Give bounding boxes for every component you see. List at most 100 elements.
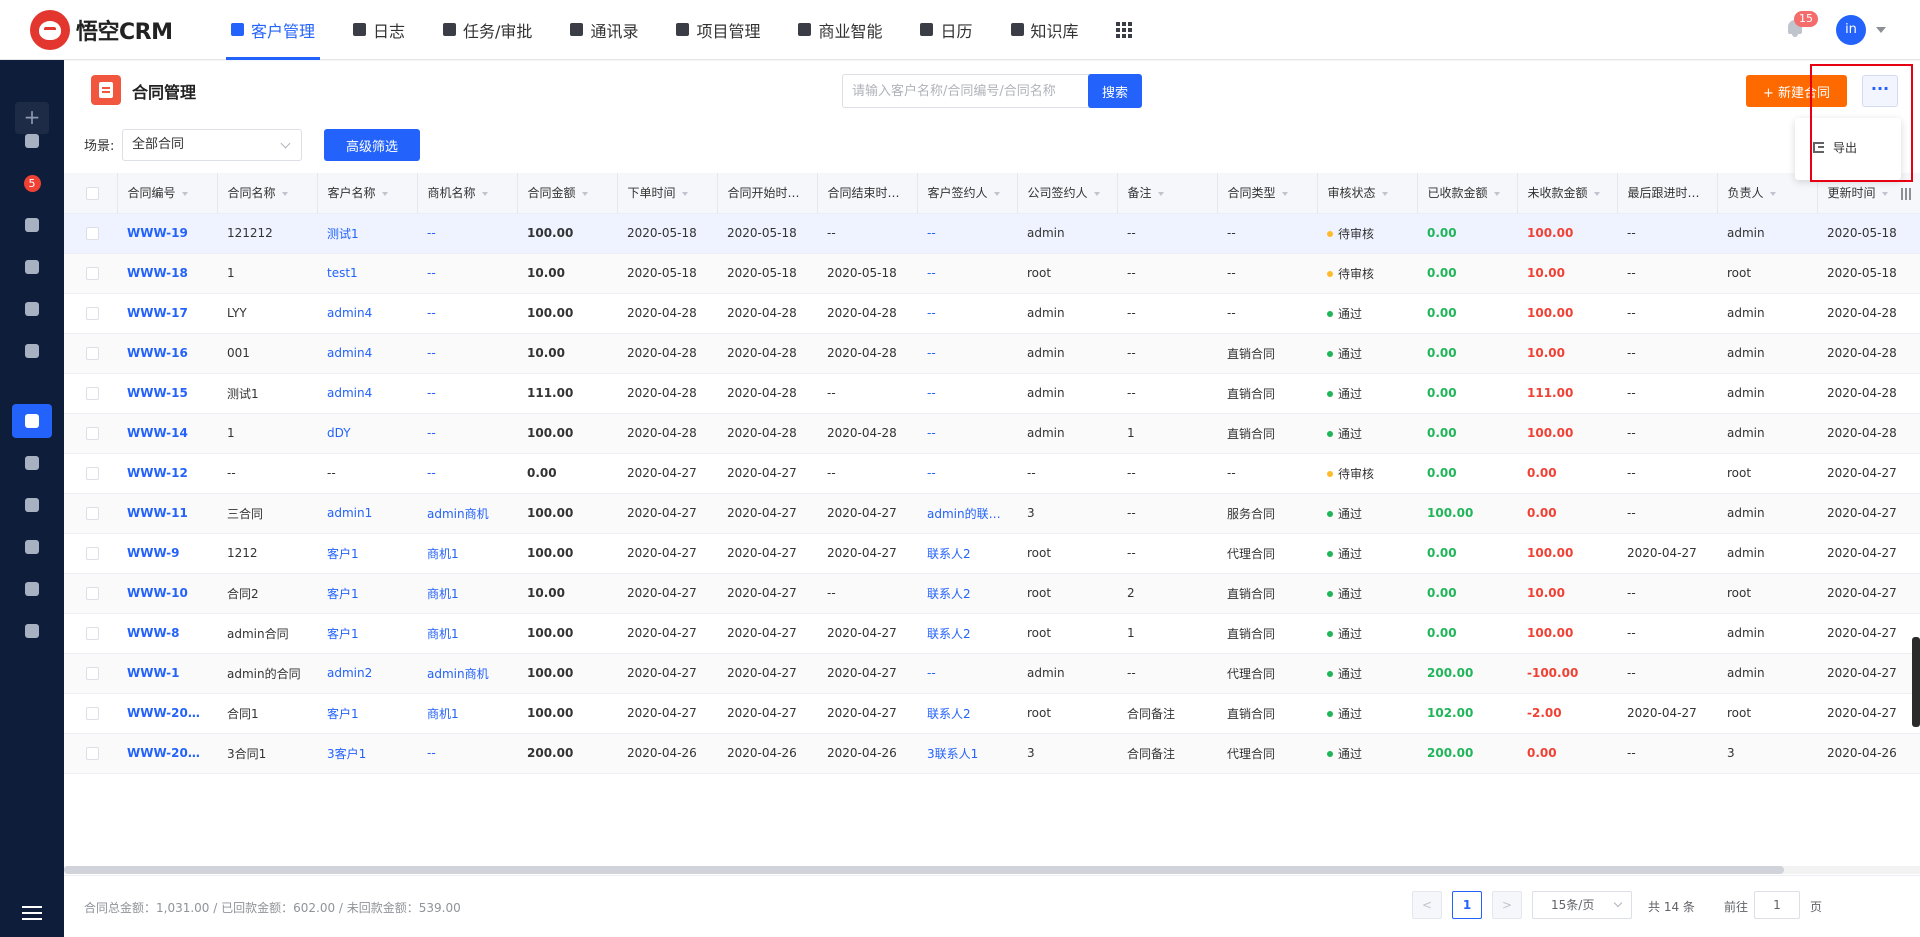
column-header[interactable]: 审核状态: [1317, 173, 1418, 214]
table-cell[interactable]: WWW-15: [117, 373, 217, 414]
sidebar-item-send[interactable]: [12, 614, 52, 648]
column-header[interactable]: 商机名称: [417, 173, 518, 214]
column-header[interactable]: 未收款金额: [1517, 173, 1618, 214]
table-row[interactable]: WWW-15 测试1 admin4 -- 111.00 2020-04-28 2020-04…: [64, 373, 1920, 414]
table-cell[interactable]: WWW-14: [117, 413, 217, 454]
row-checkbox[interactable]: [64, 613, 117, 654]
table-cell[interactable]: 联系人2: [917, 693, 1017, 734]
table-cell[interactable]: 3联系人1: [917, 733, 1017, 774]
sidebar-item-seas[interactable]: [12, 530, 52, 564]
table-cell[interactable]: 联系人2: [917, 613, 1017, 654]
row-checkbox[interactable]: [64, 493, 117, 534]
sidebar-item-dashboard[interactable]: [12, 124, 52, 158]
scrollbar-thumb[interactable]: [64, 866, 1784, 874]
table-cell[interactable]: 商机1: [417, 613, 517, 654]
search-button[interactable]: 搜索: [1088, 74, 1142, 108]
horizontal-scrollbar[interactable]: [64, 866, 1920, 874]
row-checkbox[interactable]: [64, 413, 117, 454]
table-cell[interactable]: WWW-12: [117, 453, 217, 494]
table-cell[interactable]: 联系人2: [917, 573, 1017, 614]
apps-grid-icon[interactable]: [1098, 0, 1150, 60]
side-drag-handle[interactable]: [1912, 637, 1920, 727]
column-header[interactable]: 合同名称: [217, 173, 318, 214]
table-cell[interactable]: WWW-1: [117, 653, 217, 694]
search-input[interactable]: [842, 74, 1092, 108]
table-cell[interactable]: --: [917, 653, 1017, 694]
table-cell[interactable]: 客户1: [317, 533, 417, 574]
row-checkbox[interactable]: [64, 653, 117, 694]
scene-select[interactable]: 全部合同: [122, 129, 302, 161]
table-cell[interactable]: 商机1: [417, 693, 517, 734]
table-row[interactable]: WWW-17 LYY admin4 -- 100.00 2020-04-28 2020-04…: [64, 293, 1920, 334]
column-header[interactable]: 备注: [1117, 173, 1218, 214]
table-cell[interactable]: admin1: [317, 493, 417, 534]
nav-tab-3[interactable]: 通讯录: [551, 0, 657, 60]
table-cell[interactable]: --: [417, 453, 517, 494]
page-size-select[interactable]: 15条/页: [1532, 891, 1632, 919]
table-cell[interactable]: --: [417, 333, 517, 374]
column-header[interactable]: 合同金额: [517, 173, 618, 214]
sidebar-item-payment[interactable]: [12, 446, 52, 480]
table-cell[interactable]: 联系人2: [917, 533, 1017, 574]
table-cell[interactable]: dDY: [317, 413, 417, 454]
sidebar-item-clue[interactable]: [12, 208, 52, 242]
user-avatar[interactable]: in: [1836, 15, 1866, 45]
row-checkbox[interactable]: [64, 333, 117, 374]
table-cell[interactable]: test1: [317, 253, 417, 294]
table-cell[interactable]: 客户1: [317, 573, 417, 614]
row-checkbox[interactable]: [64, 213, 117, 254]
table-cell[interactable]: --: [917, 253, 1017, 294]
next-page-button[interactable]: >: [1492, 891, 1522, 919]
nav-tab-2[interactable]: 任务/审批: [424, 0, 551, 60]
table-cell[interactable]: --: [417, 213, 517, 254]
table-row[interactable]: WWW-8 admin合同 客户1 商机1 100.00 2020-04-27 2020-0…: [64, 613, 1920, 654]
advanced-filter-button[interactable]: 高级筛选: [324, 129, 420, 161]
table-cell[interactable]: WWW-19: [117, 213, 217, 254]
table-row[interactable]: WWW-18 1 test1 -- 10.00 2020-05-18 2020-05-18 2…: [64, 253, 1920, 294]
table-cell[interactable]: WWW-20200427: [117, 693, 217, 734]
nav-tab-6[interactable]: 日历: [901, 0, 991, 60]
table-cell[interactable]: WWW-9: [117, 533, 217, 574]
column-header[interactable]: 客户签约人: [917, 173, 1018, 214]
sidebar-item-todo[interactable]: 5: [12, 166, 52, 200]
table-cell[interactable]: 客户1: [317, 693, 417, 734]
table-cell[interactable]: --: [417, 373, 517, 414]
table-row[interactable]: WWW-20200427合同1客户1商机1100.002020-04-27202…: [64, 693, 1920, 734]
row-checkbox[interactable]: [64, 573, 117, 614]
table-row[interactable]: WWW-10 合同2 客户1 商机1 10.00 2020-04-27 2020-04-27…: [64, 573, 1920, 614]
nav-tab-5[interactable]: 商业智能: [779, 0, 901, 60]
row-checkbox[interactable]: [64, 533, 117, 574]
table-cell[interactable]: admin2: [317, 653, 417, 694]
table-cell[interactable]: --: [917, 293, 1017, 334]
table-row[interactable]: WWW-11 三合同 admin1 admin商机 100.00 2020-04-27 20…: [64, 493, 1920, 534]
table-row[interactable]: WWW-12 -- -- -- 0.00 2020-04-27 2020-04-27 -- --…: [64, 453, 1920, 494]
table-row[interactable]: WWW-9 1212 客户1 商机1 100.00 2020-04-27 2020-04-2…: [64, 533, 1920, 574]
table-cell[interactable]: --: [317, 453, 417, 494]
collapse-sidebar-icon[interactable]: [22, 906, 42, 920]
table-cell[interactable]: admin4: [317, 333, 417, 374]
table-row[interactable]: WWW-202004263合同13客户1--200.002020-04-2620…: [64, 733, 1920, 774]
app-logo[interactable]: 悟空CRM: [30, 9, 190, 50]
table-cell[interactable]: --: [917, 373, 1017, 414]
table-cell[interactable]: --: [417, 253, 517, 294]
column-header[interactable]: 已收款金额: [1417, 173, 1518, 214]
table-row[interactable]: WWW-1 admin的合同 admin2 admin商机 100.00 2020-04-…: [64, 653, 1920, 694]
table-cell[interactable]: admin4: [317, 373, 417, 414]
table-cell[interactable]: admin的联系人: [917, 493, 1017, 534]
row-checkbox[interactable]: [64, 453, 117, 494]
table-cell[interactable]: --: [417, 413, 517, 454]
table-cell[interactable]: --: [917, 413, 1017, 454]
table-cell[interactable]: --: [917, 213, 1017, 254]
table-cell[interactable]: --: [917, 333, 1017, 374]
sidebar-item-business[interactable]: [12, 334, 52, 368]
column-header[interactable]: 合同开始时间: [717, 173, 818, 214]
row-checkbox[interactable]: [64, 733, 117, 774]
nav-tab-0[interactable]: 客户管理: [212, 0, 334, 60]
nav-tab-7[interactable]: 知识库: [992, 0, 1098, 60]
table-cell[interactable]: admin4: [317, 293, 417, 334]
column-header[interactable]: 合同结束时间: [817, 173, 918, 214]
column-header[interactable]: 客户名称: [317, 173, 418, 214]
column-header[interactable]: 合同编号: [117, 173, 218, 214]
table-row[interactable]: WWW-16 001 admin4 -- 10.00 2020-04-28 2020-04-…: [64, 333, 1920, 374]
table-cell[interactable]: admin商机: [417, 653, 517, 694]
